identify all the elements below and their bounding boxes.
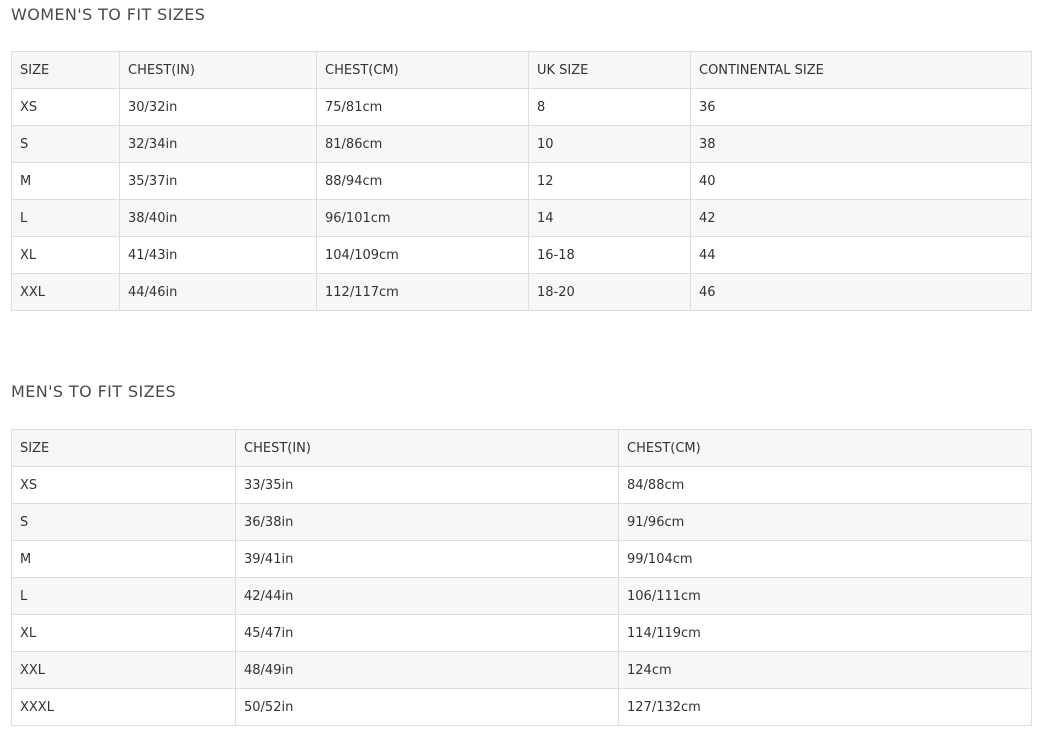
table-row: L 42/44in 106/111cm [11,577,1032,615]
table-cell: 104/109cm [316,236,529,274]
table-cell: M [11,540,236,578]
table-cell: 81/86cm [316,125,529,163]
table-cell: 14 [528,199,691,237]
table-row: XL 41/43in 104/109cm 16-18 44 [11,236,1032,274]
womens-size-table: SIZE CHEST(IN) CHEST(CM) UK SIZE CONTINE… [11,51,1032,311]
table-cell: L [11,199,120,237]
table-cell: 75/81cm [316,88,529,126]
table-cell: 36/38in [235,503,619,541]
table-cell: M [11,162,120,200]
table-cell: 124cm [618,651,1032,689]
table-cell: 32/34in [119,125,317,163]
table-cell: 38/40in [119,199,317,237]
table-cell: XS [11,88,120,126]
column-header-continental-size: CONTINENTAL SIZE [690,51,1032,89]
table-cell: XL [11,236,120,274]
column-header-size: SIZE [11,429,236,467]
table-cell: 12 [528,162,691,200]
table-row: XXL 44/46in 112/117cm 18-20 46 [11,273,1032,311]
table-row: M 35/37in 88/94cm 12 40 [11,162,1032,200]
table-cell: 40 [690,162,1032,200]
table-cell: 91/96cm [618,503,1032,541]
table-row: XXXL 50/52in 127/132cm [11,688,1032,726]
column-header-size: SIZE [11,51,120,89]
table-cell: L [11,577,236,615]
table-row: L 38/40in 96/101cm 14 42 [11,199,1032,237]
table-cell: 10 [528,125,691,163]
column-header-chest-cm: CHEST(CM) [618,429,1032,467]
table-cell: 30/32in [119,88,317,126]
table-cell: 48/49in [235,651,619,689]
table-cell: 50/52in [235,688,619,726]
table-cell: 35/37in [119,162,317,200]
table-cell: 96/101cm [316,199,529,237]
table-row: XS 33/35in 84/88cm [11,466,1032,504]
table-cell: XXL [11,273,120,311]
mens-size-title: MEN'S TO FIT SIZES [11,382,177,401]
column-header-chest-in: CHEST(IN) [119,51,317,89]
table-row: XXL 48/49in 124cm [11,651,1032,689]
table-cell: 38 [690,125,1032,163]
table-cell: 45/47in [235,614,619,652]
table-cell: 127/132cm [618,688,1032,726]
table-row: S 32/34in 81/86cm 10 38 [11,125,1032,163]
column-header-uk-size: UK SIZE [528,51,691,89]
table-row: XS 30/32in 75/81cm 8 36 [11,88,1032,126]
table-cell: 39/41in [235,540,619,578]
table-cell: 41/43in [119,236,317,274]
table-cell: XS [11,466,236,504]
table-cell: 46 [690,273,1032,311]
table-row: XL 45/47in 114/119cm [11,614,1032,652]
table-cell: 44 [690,236,1032,274]
table-cell: XXL [11,651,236,689]
table-cell: 84/88cm [618,466,1032,504]
womens-header-row: SIZE CHEST(IN) CHEST(CM) UK SIZE CONTINE… [11,51,1032,89]
table-cell: S [11,125,120,163]
mens-size-table: SIZE CHEST(IN) CHEST(CM) XS 33/35in 84/8… [11,429,1032,726]
mens-header-row: SIZE CHEST(IN) CHEST(CM) [11,429,1032,467]
table-cell: 44/46in [119,273,317,311]
table-cell: 42 [690,199,1032,237]
table-cell: 106/111cm [618,577,1032,615]
table-row: M 39/41in 99/104cm [11,540,1032,578]
table-cell: 42/44in [235,577,619,615]
table-row: S 36/38in 91/96cm [11,503,1032,541]
table-cell: 114/119cm [618,614,1032,652]
table-cell: 18-20 [528,273,691,311]
table-cell: 16-18 [528,236,691,274]
table-cell: XXXL [11,688,236,726]
table-cell: 33/35in [235,466,619,504]
column-header-chest-cm: CHEST(CM) [316,51,529,89]
table-cell: 99/104cm [618,540,1032,578]
table-cell: 88/94cm [316,162,529,200]
table-cell: 36 [690,88,1032,126]
column-header-chest-in: CHEST(IN) [235,429,619,467]
table-cell: S [11,503,236,541]
table-cell: 112/117cm [316,273,529,311]
womens-size-title: WOMEN'S TO FIT SIZES [11,5,206,24]
table-cell: 8 [528,88,691,126]
table-cell: XL [11,614,236,652]
